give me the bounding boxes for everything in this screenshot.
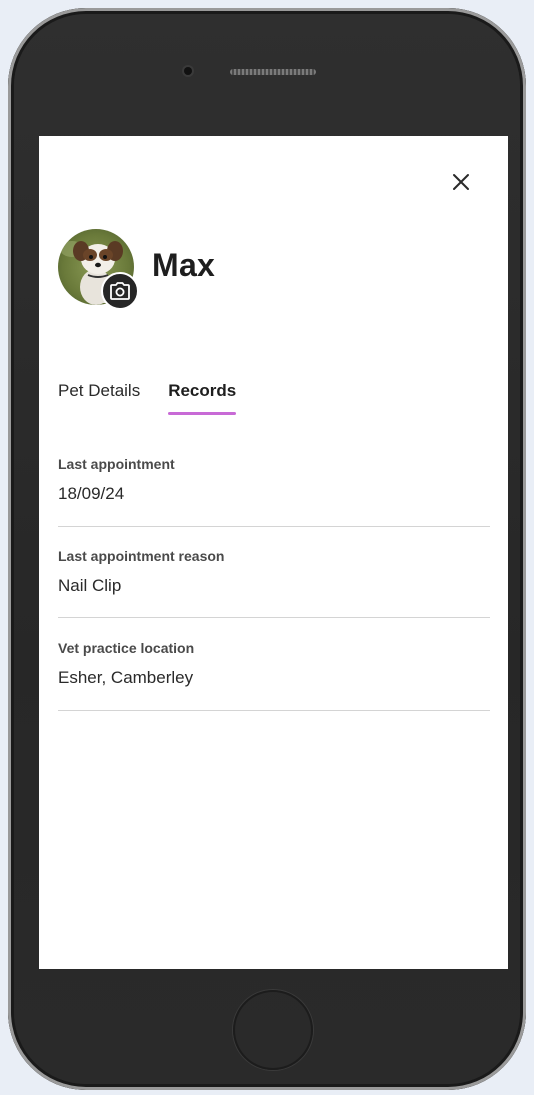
earpiece-speaker xyxy=(230,69,316,75)
camera-icon xyxy=(110,282,130,300)
record-last-appointment: Last appointment 18/09/24 xyxy=(58,456,490,527)
front-camera xyxy=(184,67,192,75)
record-label: Last appointment xyxy=(58,456,175,472)
record-value: Esher, Camberley xyxy=(58,668,194,687)
profile-tabs: Pet Details Records xyxy=(58,380,237,420)
tab-pet-details[interactable]: Pet Details xyxy=(58,380,140,416)
app-screen: Max Pet Details Records Last appointment… xyxy=(39,136,508,969)
home-button[interactable] xyxy=(233,990,313,1070)
pet-name: Max xyxy=(152,247,216,283)
record-value: Nail Clip xyxy=(58,576,122,595)
record-vet-practice-location: Vet practice location Esher, Camberley xyxy=(58,640,490,711)
close-icon xyxy=(453,174,469,190)
record-last-appointment-reason: Last appointment reason Nail Clip xyxy=(58,548,490,618)
close-button[interactable] xyxy=(447,168,475,196)
tab-records[interactable]: Records xyxy=(168,380,237,416)
change-photo-button[interactable] xyxy=(101,272,139,310)
record-value: 18/09/24 xyxy=(58,484,125,503)
record-label: Vet practice location xyxy=(58,640,195,656)
record-label: Last appointment reason xyxy=(58,548,225,564)
